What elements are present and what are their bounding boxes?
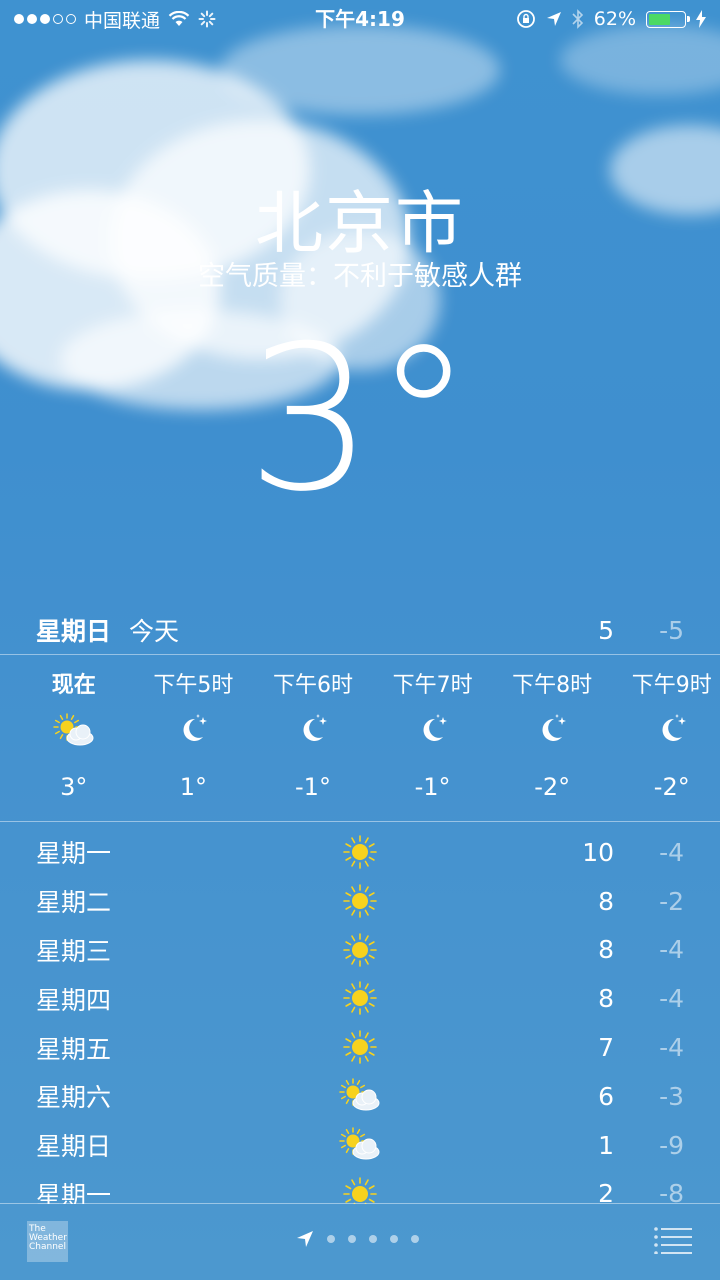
bottom-toolbar: The Weather Channel [0,1204,720,1280]
day-low: -4 [659,1033,684,1063]
day-low: -4 [659,984,684,1014]
sun-icon [336,1174,384,1204]
moon-stars-icon [134,711,254,751]
divider [0,821,720,822]
today-low: -5 [659,615,684,645]
hourly-forecast[interactable]: 现在 3° 下午5时 1° 下午6时 -1° 下午7时 -1° 下午8时 -2°… [14,655,720,821]
moon-stars-icon [612,711,720,751]
day-high: 2 [598,1179,614,1204]
page-dot [327,1235,335,1243]
moon-stars-icon [253,711,373,751]
day-low: -9 [659,1130,684,1160]
partly-cloudy-sun-icon [336,1125,384,1165]
hour-temp: -1° [414,773,451,801]
day-low: -8 [659,1179,684,1204]
hour-label: 下午5时 [153,673,234,698]
hourly-item: 下午5时 1° [134,655,254,821]
today-day: 星期日 [36,617,112,646]
charging-icon [696,10,706,28]
day-high: 7 [598,1033,614,1063]
today-high: 5 [598,615,614,645]
current-temperature: 3° [246,303,474,536]
partly-cloudy-sun-icon [14,711,134,751]
daily-forecast[interactable]: 星期一 10 -4 星期二 8 -2 星期三 8 -4 星期四 8 -4 星期五… [0,828,720,1204]
city-name: 北京市 [254,185,465,264]
day-name: 星期一 [36,1180,112,1204]
location-services-icon [546,12,561,26]
bluetooth-icon [572,9,583,29]
air-quality: 空气质量：不利于敏感人群 [198,261,522,292]
hour-label: 现在 [51,673,96,698]
hour-temp: 3° [60,773,88,801]
day-name: 星期日 [36,1132,112,1162]
list-icon[interactable] [654,1226,692,1254]
hourly-item: 下午7时 -1° [373,655,493,821]
weather-channel-logo[interactable]: The Weather Channel [27,1221,68,1262]
day-name: 星期二 [36,888,112,918]
day-high: 8 [598,935,614,965]
partly-cloudy-sun-icon [336,1076,384,1116]
daily-row: 星期四 8 -4 [36,974,684,1023]
daily-row: 星期一 2 -8 [36,1170,684,1204]
day-high: 1 [598,1130,614,1160]
page-indicator[interactable] [296,1230,419,1248]
today-summary: 星期日 今天 5 -5 [36,608,684,652]
hour-label: 下午6时 [272,673,353,698]
page-dot [369,1235,377,1243]
day-low: -4 [659,837,684,867]
day-name: 星期五 [36,1034,112,1064]
daily-row: 星期日 1 -9 [36,1121,684,1170]
hour-label: 下午8时 [512,673,593,698]
hourly-item: 下午9时 -2° [612,655,720,821]
hour-temp: 1° [179,773,208,801]
hour-label: 下午9时 [631,673,712,698]
hour-temp: -2° [653,773,690,801]
hourly-item: 现在 3° [14,655,134,821]
battery-icon [646,10,690,28]
day-high: 10 [582,837,614,867]
status-right: 62% [516,0,706,38]
status-bar: 中国联通 下午4:19 62% [0,0,720,38]
sun-icon [336,881,384,921]
page-dot [348,1235,356,1243]
sun-icon [336,832,384,872]
sun-icon [336,1027,384,1067]
daily-row: 星期二 8 -2 [36,877,684,926]
moon-stars-icon [492,711,612,751]
hour-label: 下午7时 [392,673,473,698]
day-high: 6 [598,1081,614,1111]
daily-row: 星期五 7 -4 [36,1023,684,1072]
hour-temp: -2° [534,773,571,801]
today-label: 今天 [129,617,180,646]
hourly-item: 下午6时 -1° [253,655,373,821]
daily-row: 星期一 10 -4 [36,828,684,877]
page-dot [390,1235,398,1243]
day-high: 8 [598,886,614,916]
day-low: -2 [659,886,684,916]
location-arrow-icon [297,1231,313,1247]
day-low: -4 [659,935,684,965]
hourly-item: 下午8时 -2° [492,655,612,821]
battery-percent: 62% [593,8,636,30]
day-name: 星期四 [36,985,112,1015]
hour-temp: -1° [295,773,331,801]
orientation-lock-icon [516,10,535,28]
day-name: 星期一 [36,839,112,869]
daily-row: 星期六 6 -3 [36,1072,684,1121]
day-high: 8 [598,984,614,1014]
moon-stars-icon [373,711,493,751]
day-name: 星期三 [36,936,112,966]
page-dot [411,1235,419,1243]
sun-icon [336,978,384,1018]
day-name: 星期六 [36,1083,112,1113]
daily-row: 星期三 8 -4 [36,926,684,975]
sun-icon [336,930,384,970]
day-low: -3 [659,1081,684,1111]
